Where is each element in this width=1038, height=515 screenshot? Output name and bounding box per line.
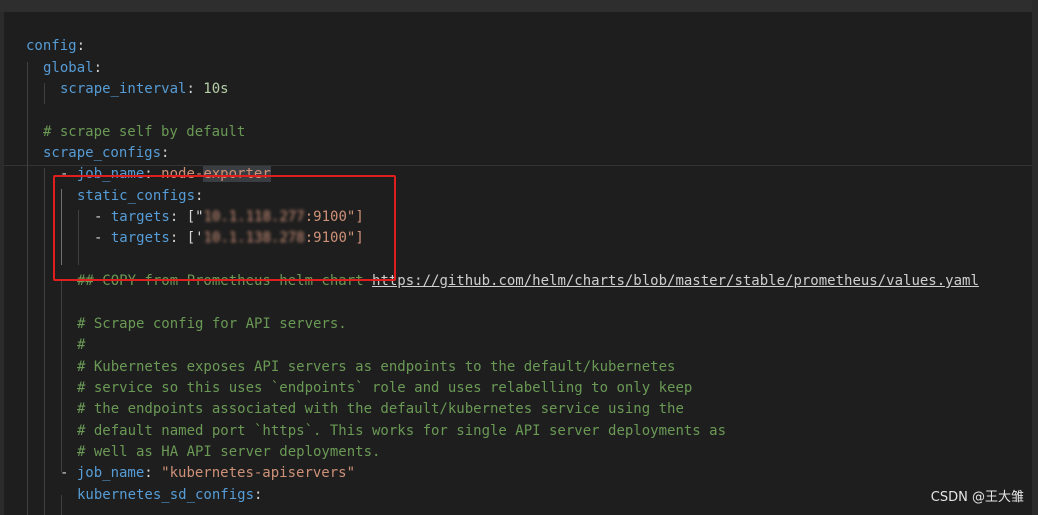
yaml-comment: # service so this uses `endpoints` role … bbox=[77, 380, 693, 396]
yaml-key: scrape_interval bbox=[60, 81, 187, 97]
code-line-16: # default named port `https`. This works… bbox=[4, 421, 726, 442]
code-line-12: # bbox=[4, 335, 85, 356]
yaml-colon: : bbox=[93, 60, 103, 76]
yaml-comment: # scrape self by default bbox=[43, 124, 246, 140]
yaml-comment: # Scrape config for API servers. bbox=[77, 316, 347, 332]
code-line-15: # the endpoints associated with the defa… bbox=[4, 399, 684, 420]
code-line-17: # well as HA API server deployments. bbox=[4, 442, 380, 463]
code-line-19: kubernetes_sd_configs: bbox=[4, 485, 262, 506]
code-line-14: # service so this uses `endpoints` role … bbox=[4, 378, 692, 399]
yaml-comment: # well as HA API server deployments. bbox=[77, 444, 381, 460]
yaml-key: global bbox=[43, 60, 94, 76]
highlight-annotation-box bbox=[53, 175, 396, 281]
code-line-1: config: bbox=[4, 36, 85, 57]
window-top-bar bbox=[0, 0, 1038, 12]
code-line-2: global: bbox=[4, 58, 102, 79]
yaml-value: "kubernetes-apiservers" bbox=[161, 465, 356, 481]
code-line-18: - job_name: "kubernetes-apiservers" bbox=[4, 463, 355, 484]
yaml-key: config bbox=[26, 38, 77, 54]
yaml-colon: : bbox=[76, 38, 86, 54]
code-line-5: scrape_configs: bbox=[4, 143, 169, 164]
yaml-colon: : bbox=[161, 145, 170, 161]
comment-link[interactable]: https://github.com/helm/charts/blob/mast… bbox=[372, 273, 979, 289]
window-right-edge bbox=[1032, 0, 1038, 515]
code-line-11: # Scrape config for API servers. bbox=[4, 314, 347, 335]
yaml-value: 10s bbox=[203, 81, 229, 97]
yaml-key: scrape_configs bbox=[43, 145, 162, 161]
code-line-3: scrape_interval: 10s bbox=[4, 79, 229, 100]
yaml-comment: # Kubernetes exposes API servers as endp… bbox=[77, 359, 676, 375]
yaml-comment: # the endpoints associated with the defa… bbox=[77, 401, 684, 417]
yaml-key: job_name bbox=[76, 465, 145, 481]
csdn-watermark: CSDN @王大雏 bbox=[930, 490, 1024, 505]
code-editor[interactable]: config: global: scrape_interval: 10s # s… bbox=[4, 12, 1032, 515]
yaml-colon: : bbox=[186, 81, 204, 97]
yaml-key: kubernetes_sd_configs bbox=[77, 487, 255, 503]
yaml-colon: : bbox=[144, 465, 162, 481]
code-line-13: # Kubernetes exposes API servers as endp… bbox=[4, 357, 675, 378]
code-line-4: # scrape self by default bbox=[4, 122, 245, 143]
yaml-colon: : bbox=[254, 487, 263, 503]
yaml-comment: # bbox=[77, 337, 86, 353]
yaml-comment: # default named port `https`. This works… bbox=[77, 423, 727, 439]
yaml-dash: - bbox=[60, 465, 77, 481]
